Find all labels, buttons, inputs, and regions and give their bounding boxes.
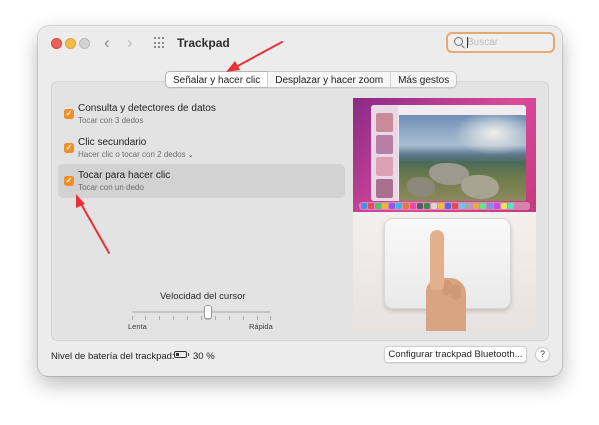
slider-tick [187,316,188,320]
option-tap-to-click[interactable]: ✓ Tocar para hacer clic Tocar con un ded… [58,164,345,198]
slider-min-label: Lenta [128,322,147,331]
tab-bar: Señalar y hacer clic Desplazar y hacer z… [165,71,458,88]
dock-icon [445,203,451,209]
slider-tick [270,316,271,320]
preview-sidebar [371,105,398,201]
minimize-button[interactable] [65,38,76,49]
dock-icon [410,203,416,209]
dock-icon [459,203,465,209]
slider-tick [229,316,230,320]
dock-icon [361,203,367,209]
slider-tick [243,316,244,320]
trackpad-preferences-window: ‹ › Trackpad Señalar y hacer clic Despla… [38,26,562,376]
option-subtitle: Tocar con 3 dedos [78,116,144,125]
search-input[interactable] [467,35,551,50]
chevron-down-icon: ⌄ [187,152,194,159]
titlebar: ‹ › Trackpad [38,26,562,60]
checkbox-tap-to-click[interactable]: ✓ [64,176,74,186]
cursor-speed-slider-knob[interactable] [204,305,212,319]
dock-icon [431,203,437,209]
option-subtitle: Tocar con un dedo [78,183,144,192]
slider-tick [145,316,146,320]
option-subtitle-menu[interactable]: Hacer clic o tocar con 2 dedos ⌄ [78,150,193,159]
preview-trackpad-photo [353,212,536,331]
rock [461,175,499,199]
preview-screen [353,98,536,212]
option-subtitle: Hacer clic o tocar con 2 dedos [78,150,186,159]
dock-icon [417,203,423,209]
dock-icon [403,203,409,209]
cursor-speed-label: Velocidad del cursor [160,291,246,302]
checkbox-lookup[interactable]: ✓ [64,109,74,119]
option-secondary-click[interactable]: ✓ Clic secundario Hacer clic o tocar con… [58,133,345,163]
search-field[interactable] [446,32,555,53]
preview-thumbnail [376,135,393,154]
tab-point-and-click[interactable]: Señalar y hacer clic [166,72,268,87]
slider-tick [159,316,160,320]
rock [407,177,435,197]
window-title: Trackpad [177,36,230,50]
back-button[interactable]: ‹ [104,34,110,52]
option-title: Clic secundario [78,137,147,148]
slider-tick [132,316,133,320]
hand-finger [430,230,444,290]
battery-label: Nivel de batería del trackpad: [51,351,175,362]
checkbox-secondary-click[interactable]: ✓ [64,143,74,153]
forward-button[interactable]: › [127,34,133,52]
dock-icon [452,203,458,209]
battery-percent: 30 % [193,351,215,362]
close-button[interactable] [51,38,62,49]
cursor-speed-slider[interactable] [132,311,271,313]
dock-icon [501,203,507,209]
dock-icon [480,203,486,209]
dock-icon [487,203,493,209]
dock-icon [389,203,395,209]
preview-landscape-photo [399,115,526,201]
dock-icon [375,203,381,209]
text-caret [467,37,468,48]
preview-thumbnail [376,157,393,176]
slider-tick [173,316,174,320]
help-button[interactable]: ? [535,347,550,362]
zoom-button[interactable] [79,38,90,49]
dock-icon [508,203,514,209]
battery-icon [174,351,189,358]
search-icon [454,37,463,46]
dock-icon [396,203,402,209]
slider-max-label: Rápida [249,322,273,331]
slider-tick [215,316,216,320]
slider-tick [201,316,202,320]
preview-thumbnail [376,113,393,132]
preview-app-window [371,105,526,201]
option-title: Tocar para hacer clic [78,170,171,181]
slider-tick [257,316,258,320]
dock-icon [368,203,374,209]
grid-icon[interactable] [154,37,166,49]
dock-icon [466,203,472,209]
dock-icon [382,203,388,209]
dock-icon [494,203,500,209]
dock-icon [438,203,444,209]
preview-thumbnail [376,179,393,198]
option-title: Consulta y detectores de datos [78,103,216,114]
tab-scroll-and-zoom[interactable]: Desplazar y hacer zoom [267,72,390,87]
preview-dock [359,202,530,210]
setup-bluetooth-trackpad-button[interactable]: Configurar trackpad Bluetooth... [384,346,527,363]
dock-icon [473,203,479,209]
hand-knuckle [451,284,461,300]
dock-icon [424,203,430,209]
hand-illustration [420,230,466,331]
gesture-preview [353,98,536,331]
tab-more-gestures[interactable]: Más gestos [390,72,456,87]
option-lookup-data-detectors[interactable]: ✓ Consulta y detectores de datos Tocar c… [58,99,345,129]
